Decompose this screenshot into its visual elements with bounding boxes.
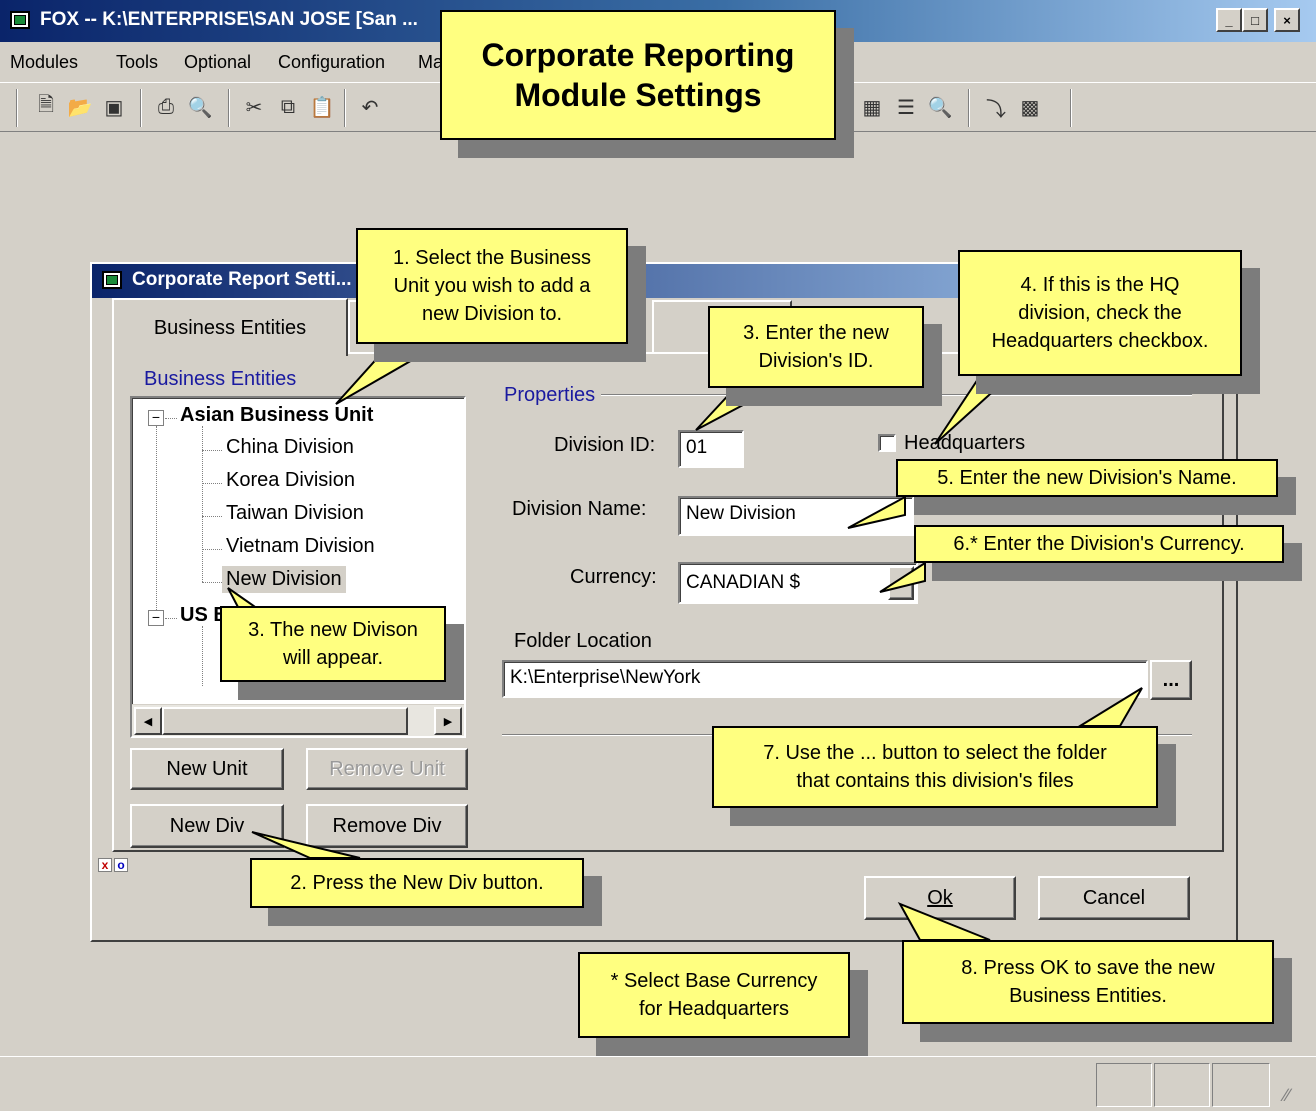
tree-node-division[interactable]: Taiwan Division: [226, 502, 364, 525]
tree-line: [165, 618, 177, 619]
app-title: FOX -- K:\ENTERPRISE\SAN JOSE [San ...: [40, 9, 418, 30]
cancel-label: Cancel: [1082, 886, 1146, 909]
new-div-button[interactable]: New Div: [130, 804, 284, 848]
close-icon[interactable]: x: [98, 858, 112, 872]
new-file-icon[interactable]: 🗎: [32, 93, 60, 121]
close-button[interactable]: ×: [1274, 8, 1300, 32]
report-icon[interactable]: ▦: [858, 93, 886, 121]
scroll-right-icon[interactable]: ▶: [434, 707, 462, 735]
division-id-input[interactable]: 01: [678, 430, 744, 468]
tree-node-division[interactable]: Korea Division: [226, 469, 355, 492]
toolbar-separator: [1070, 89, 1072, 127]
dialog-icon: [102, 271, 122, 289]
dialog-title: Corporate Report Setti...: [132, 269, 352, 290]
callout-step2: 2. Press the New Div button.: [250, 858, 584, 908]
tree-line: [165, 418, 177, 419]
toolbar-separator: [140, 89, 142, 127]
callout-title: Corporate Reporting Module Settings: [440, 10, 836, 140]
print-preview-icon[interactable]: 🔍: [186, 93, 214, 121]
status-panel: [1212, 1063, 1270, 1107]
tree-horizontal-scrollbar[interactable]: ◀ ▶: [132, 704, 464, 736]
cut-icon[interactable]: ✂: [240, 93, 268, 121]
folder-location-input[interactable]: K:\Enterprise\NewYork: [502, 660, 1148, 698]
toolbar-separator: [16, 89, 18, 127]
division-name-label: Division Name:: [512, 498, 647, 520]
folder-location-label: Folder Location: [514, 630, 652, 652]
undo-icon[interactable]: ↶: [356, 93, 384, 121]
menu-optional[interactable]: Optional: [184, 52, 251, 73]
tree-line: [156, 426, 157, 610]
export-icon[interactable]: ▩: [1016, 93, 1044, 121]
statusbar: ∕∕: [0, 1056, 1316, 1111]
tree-node-division-selected[interactable]: New Division: [222, 566, 346, 593]
scroll-left-icon[interactable]: ◀: [134, 707, 162, 735]
tab-label: Business Entities: [153, 316, 307, 339]
app-icon: [10, 11, 30, 29]
callout-step3a: 3. Enter the new Division's ID.: [708, 306, 924, 388]
preview-icon[interactable]: 🔍: [926, 93, 954, 121]
browse-folder-button[interactable]: ...: [1150, 660, 1192, 700]
collapse-icon[interactable]: −: [148, 610, 164, 626]
cancel-button[interactable]: Cancel: [1038, 876, 1190, 920]
status-panel: [1154, 1063, 1210, 1107]
tree-line: [202, 483, 222, 484]
minimize-button[interactable]: _: [1216, 8, 1242, 32]
menu-configuration[interactable]: Configuration: [278, 52, 385, 73]
open-folder-icon[interactable]: 📂: [66, 93, 94, 121]
headquarters-checkbox[interactable]: [878, 434, 896, 452]
toolbar-separator: [344, 89, 346, 127]
callout-step8: 8. Press OK to save the new Business Ent…: [902, 940, 1274, 1024]
ok-label: Ok: [927, 886, 953, 909]
tree-node-division[interactable]: Vietnam Division: [226, 535, 375, 558]
transfer-icon[interactable]: ⤵: [982, 93, 1010, 121]
restore-icon[interactable]: o: [114, 858, 128, 872]
remove-unit-button[interactable]: Remove Unit: [306, 748, 468, 790]
properties-group-line: [502, 394, 1192, 395]
new-unit-button[interactable]: New Unit: [130, 748, 284, 790]
business-entities-tree[interactable]: − Asian Business Unit China Division Kor…: [130, 396, 466, 738]
toolbar-separator: [228, 89, 230, 127]
currency-dropdown-button[interactable]: ▼: [888, 566, 914, 600]
menu-modules[interactable]: Modules: [10, 52, 78, 73]
tree-line: [202, 626, 203, 686]
currency-select[interactable]: CANADIAN $: [678, 562, 918, 604]
print-icon[interactable]: ⎙: [152, 93, 180, 121]
toolbar-separator: [968, 89, 970, 127]
ok-button[interactable]: Ok: [864, 876, 1016, 920]
callout-step1: 1. Select the Business Unit you wish to …: [356, 228, 628, 344]
callout-step6: 6.* Enter the Division's Currency.: [914, 525, 1284, 563]
tree-line: [202, 549, 222, 550]
callout-step7: 7. Use the ... button to select the fold…: [712, 726, 1158, 808]
paste-icon[interactable]: 📋: [308, 93, 336, 121]
tree-line: [202, 516, 222, 517]
tree-node-unit[interactable]: Asian Business Unit: [180, 404, 373, 427]
headquarters-label: Headquarters: [904, 432, 1026, 454]
resize-grip-icon[interactable]: ∕∕: [1284, 1085, 1290, 1106]
tree-line: [202, 450, 222, 451]
properties-label: Properties: [498, 384, 602, 407]
division-name-input[interactable]: New Division: [678, 496, 914, 536]
callout-note: * Select Base Currency for Headquarters: [578, 952, 850, 1038]
save-icon[interactable]: ▣: [100, 93, 128, 121]
callout-step4: 4. If this is the HQ division, check the…: [958, 250, 1242, 376]
tree-node-division[interactable]: China Division: [226, 436, 354, 459]
callout-step3b: 3. The new Divison will appear.: [220, 606, 446, 682]
remove-div-button[interactable]: Remove Div: [306, 804, 468, 848]
menu-tools[interactable]: Tools: [116, 52, 158, 73]
business-entities-label: Business Entities: [144, 368, 297, 390]
callout-step5: 5. Enter the new Division's Name.: [896, 459, 1278, 497]
status-panel: [1096, 1063, 1152, 1107]
collapse-icon[interactable]: −: [148, 410, 164, 426]
tab-business-entities[interactable]: Business Entities: [112, 298, 348, 356]
currency-value: CANADIAN $: [686, 572, 801, 593]
properties-icon[interactable]: ☰: [892, 93, 920, 121]
copy-icon[interactable]: ⧉: [274, 93, 302, 121]
scrollbar-thumb[interactable]: [162, 707, 408, 735]
currency-label: Currency:: [570, 566, 657, 588]
maximize-button[interactable]: □: [1242, 8, 1268, 32]
division-id-label: Division ID:: [554, 434, 656, 456]
tree-line: [202, 582, 222, 583]
